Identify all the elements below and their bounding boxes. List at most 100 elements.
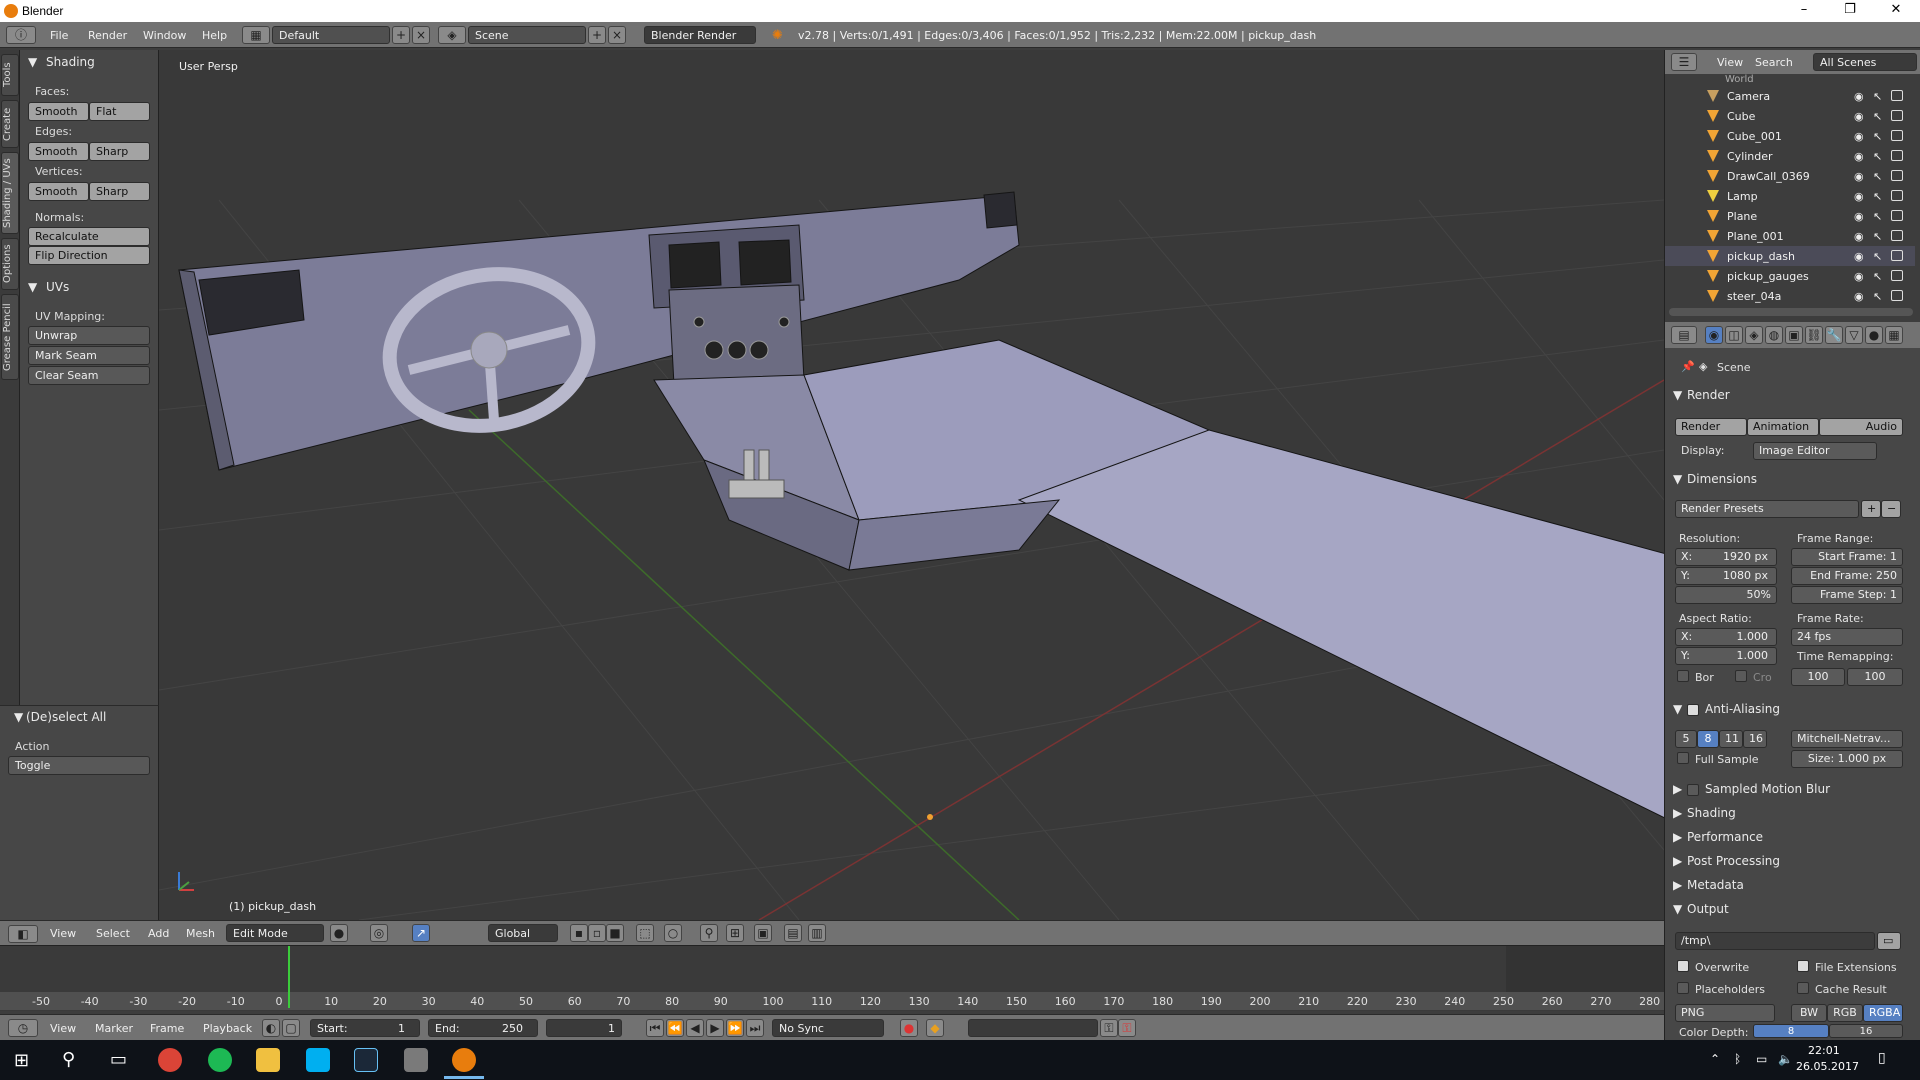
render-animation-button[interactable]: Animation bbox=[1747, 418, 1819, 436]
border-checkbox[interactable] bbox=[1677, 670, 1689, 682]
data-tab-icon[interactable]: ▽ bbox=[1845, 326, 1863, 344]
outliner-row[interactable]: Cube ◉ ↖ bbox=[1665, 106, 1915, 126]
volume-icon[interactable]: 🔈 bbox=[1778, 1052, 1793, 1066]
aa-toggle[interactable]: ▼ bbox=[1673, 702, 1682, 716]
flip-direction-button[interactable]: Flip Direction bbox=[28, 246, 150, 265]
selectable-arrow-icon[interactable]: ↖ bbox=[1873, 230, 1882, 243]
dimensions-toggle[interactable]: ▼ bbox=[1673, 472, 1682, 486]
selectable-arrow-icon[interactable]: ↖ bbox=[1873, 290, 1882, 303]
visibility-eye-icon[interactable]: ◉ bbox=[1854, 150, 1864, 163]
visibility-eye-icon[interactable]: ◉ bbox=[1854, 190, 1864, 203]
outliner-menu-search[interactable]: Search bbox=[1755, 56, 1793, 69]
outliner-row[interactable]: Lamp ◉ ↖ bbox=[1665, 186, 1915, 206]
renderable-camera-icon[interactable] bbox=[1891, 130, 1903, 141]
vertices-smooth-button[interactable]: Smooth bbox=[28, 182, 89, 201]
uvs-panel-title[interactable]: UVs bbox=[46, 280, 69, 294]
file-explorer-icon[interactable] bbox=[256, 1048, 280, 1072]
scene-browse-icon[interactable]: ◈ bbox=[438, 26, 466, 44]
clock-time[interactable]: 22:01 bbox=[1808, 1044, 1840, 1057]
remap-old-field[interactable]: 100 bbox=[1791, 668, 1845, 686]
panel-toggle-icon[interactable]: ▼ bbox=[28, 55, 37, 69]
aa-title[interactable]: Anti-Aliasing bbox=[1705, 702, 1780, 716]
tab-create[interactable]: Create bbox=[1, 100, 19, 148]
motion-blur-checkbox[interactable] bbox=[1687, 784, 1699, 796]
selectable-arrow-icon[interactable]: ↖ bbox=[1873, 110, 1882, 123]
viewport-canvas[interactable] bbox=[159, 50, 1664, 920]
layout-browse-icon[interactable]: ▦ bbox=[242, 26, 270, 44]
outliner-row[interactable]: Cylinder ◉ ↖ bbox=[1665, 146, 1915, 166]
crop-checkbox[interactable] bbox=[1735, 670, 1747, 682]
output-title[interactable]: Output bbox=[1687, 902, 1729, 916]
layers-tab-icon[interactable]: ◫ bbox=[1725, 326, 1743, 344]
world-tab-icon[interactable]: ◍ bbox=[1765, 326, 1783, 344]
file-format-dropdown[interactable]: PNG bbox=[1675, 1004, 1775, 1022]
selectable-arrow-icon[interactable]: ↖ bbox=[1873, 250, 1882, 263]
opengl-render-icon[interactable]: ▣ bbox=[754, 924, 772, 942]
material-tab-icon[interactable]: ● bbox=[1865, 326, 1883, 344]
menu-file[interactable]: File bbox=[50, 29, 68, 42]
modifiers-tab-icon[interactable]: 🔧 bbox=[1825, 326, 1843, 344]
keyframe-icon[interactable]: ◆ bbox=[926, 1019, 944, 1037]
current-frame-field[interactable]: 1 bbox=[546, 1019, 622, 1037]
timeline-menu-frame[interactable]: Frame bbox=[150, 1022, 184, 1035]
notification-center-icon[interactable]: ▯ bbox=[1878, 1050, 1886, 1066]
outliner-row[interactable]: Plane ◉ ↖ bbox=[1665, 206, 1915, 226]
pin-icon[interactable]: 📌 bbox=[1681, 360, 1695, 373]
visibility-eye-icon[interactable]: ◉ bbox=[1854, 230, 1864, 243]
snap-icon[interactable]: ⚲ bbox=[700, 924, 718, 942]
tab-shading-uvs[interactable]: Shading / UVs bbox=[1, 152, 19, 234]
face-select-icon[interactable]: ■ bbox=[606, 924, 624, 942]
outliner-row[interactable]: Plane_001 ◉ ↖ bbox=[1665, 226, 1915, 246]
performance-title[interactable]: Performance bbox=[1687, 830, 1763, 844]
renderable-camera-icon[interactable] bbox=[1891, 210, 1903, 221]
play-icon[interactable]: ▶ bbox=[706, 1019, 724, 1037]
vertex-select-icon[interactable]: ▪ bbox=[570, 924, 588, 942]
end-frame-field[interactable]: End: 250 bbox=[428, 1019, 538, 1037]
selectable-arrow-icon[interactable]: ↖ bbox=[1873, 90, 1882, 103]
shading-panel-title[interactable]: Shading bbox=[46, 55, 95, 69]
minimize-button[interactable]: – bbox=[1782, 2, 1826, 20]
jump-key-forward-icon[interactable]: ⏩ bbox=[726, 1019, 744, 1037]
resolution-x-field[interactable]: X: 1920 px bbox=[1675, 548, 1777, 566]
renderable-camera-icon[interactable] bbox=[1891, 270, 1903, 281]
keying-set-field[interactable] bbox=[968, 1019, 1098, 1037]
placeholders-checkbox[interactable] bbox=[1677, 982, 1689, 994]
timeline-menu-playback[interactable]: Playback bbox=[203, 1022, 252, 1035]
aspect-y-field[interactable]: Y: 1.000 bbox=[1675, 647, 1777, 665]
render-still-button[interactable]: Render bbox=[1675, 418, 1747, 436]
color-rgb-button[interactable]: RGB bbox=[1827, 1004, 1863, 1022]
metadata-toggle[interactable]: ▶ bbox=[1673, 878, 1682, 892]
scene-add-icon[interactable]: + bbox=[588, 26, 606, 44]
editor-type-icon[interactable]: ⓘ bbox=[6, 26, 36, 44]
menu-window[interactable]: Window bbox=[143, 29, 186, 42]
mark-seam-button[interactable]: Mark Seam bbox=[28, 346, 150, 365]
output-toggle[interactable]: ▼ bbox=[1673, 902, 1682, 916]
task-view-icon[interactable]: ▭ bbox=[110, 1049, 127, 1070]
photos-icon[interactable] bbox=[404, 1048, 428, 1072]
post-processing-title[interactable]: Post Processing bbox=[1687, 854, 1780, 868]
proportional-edit-icon[interactable]: ○ bbox=[664, 924, 682, 942]
constraints-tab-icon[interactable]: ⛓ bbox=[1805, 326, 1823, 344]
renderable-camera-icon[interactable] bbox=[1891, 230, 1903, 241]
layout-add-icon[interactable]: + bbox=[392, 26, 410, 44]
editor-type-3d-icon[interactable]: ◧ bbox=[8, 925, 38, 943]
uvs-toggle-icon[interactable]: ▼ bbox=[28, 280, 37, 294]
selectable-arrow-icon[interactable]: ↖ bbox=[1873, 270, 1882, 283]
render-tab-icon[interactable]: ◉ bbox=[1705, 326, 1723, 344]
aa-filter-dropdown[interactable]: Mitchell-Netrav... bbox=[1791, 730, 1903, 748]
edge-select-icon[interactable]: ▫ bbox=[588, 924, 606, 942]
folder-browse-icon[interactable]: ▭ bbox=[1877, 932, 1901, 950]
scene-field[interactable]: Scene bbox=[468, 26, 586, 44]
renderable-camera-icon[interactable] bbox=[1891, 290, 1903, 301]
renderable-camera-icon[interactable] bbox=[1891, 150, 1903, 161]
recalculate-button[interactable]: Recalculate bbox=[28, 227, 150, 246]
shading-toggle[interactable]: ▶ bbox=[1673, 806, 1682, 820]
menu-render[interactable]: Render bbox=[88, 29, 127, 42]
remap-new-field[interactable]: 100 bbox=[1847, 668, 1903, 686]
resolution-y-field[interactable]: Y: 1080 px bbox=[1675, 567, 1777, 585]
faces-flat-button[interactable]: Flat bbox=[89, 102, 150, 121]
layout-remove-icon[interactable]: × bbox=[412, 26, 430, 44]
color-depth-8-button[interactable]: 8 bbox=[1753, 1024, 1829, 1038]
render-still-icon[interactable]: ▥ bbox=[808, 924, 826, 942]
renderable-camera-icon[interactable] bbox=[1891, 190, 1903, 201]
